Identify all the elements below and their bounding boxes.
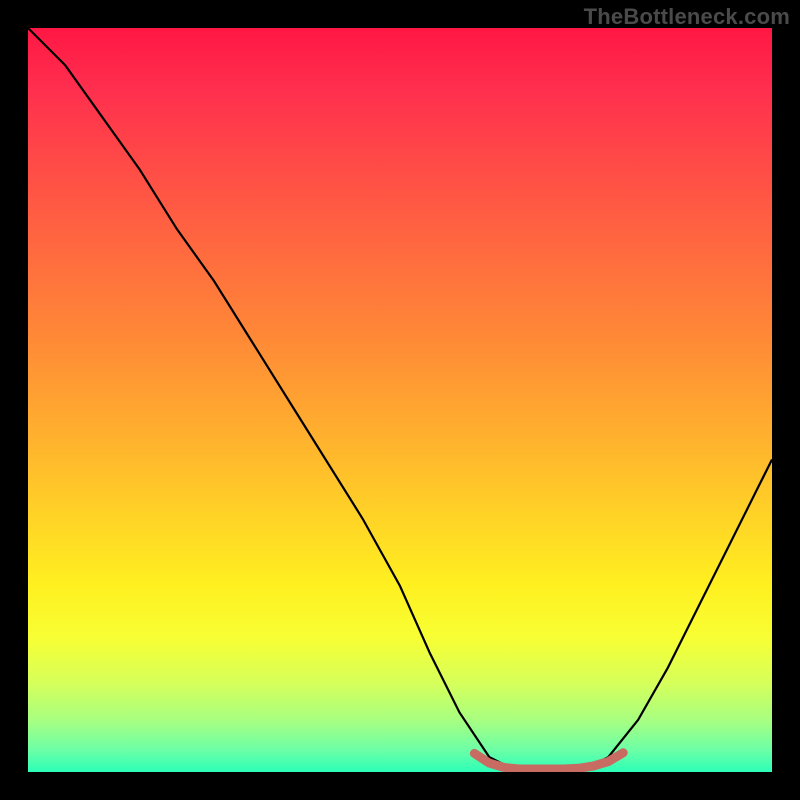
plot-area	[28, 28, 772, 772]
optimal-zone-marker	[474, 753, 623, 769]
chart-frame: TheBottleneck.com	[0, 0, 800, 800]
bottleneck-curve	[28, 28, 772, 772]
curve-layer	[28, 28, 772, 772]
watermark-label: TheBottleneck.com	[584, 4, 790, 30]
